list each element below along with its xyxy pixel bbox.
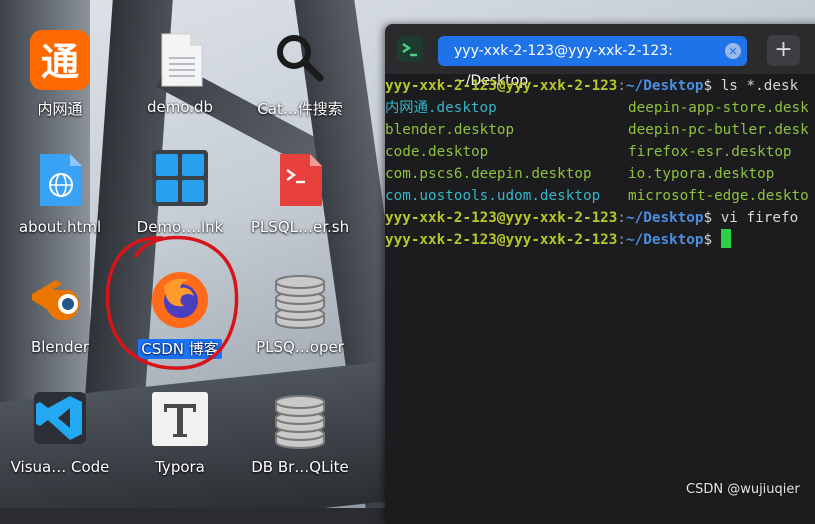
icon-label: 内网通	[37, 100, 83, 118]
desktop-icon-about-html[interactable]: about.html	[5, 146, 115, 256]
terminal-output[interactable]: yyy-xxk-2-123@yyy-xxk-2-123:~/Desktop$ l…	[385, 75, 815, 515]
shell-script-icon	[272, 150, 328, 206]
desktop-icon-db-browser-sqlite[interactable]: DB Br…QLite	[245, 386, 355, 496]
database-icon	[272, 270, 328, 329]
terminal-prompt-line[interactable]: yyy-xxk-2-123@yyy-xxk-2-123:~/Desktop$	[385, 229, 731, 251]
terminal-titlebar[interactable]: yyy-xxk-2-123@yyy-xxk-2-123: ~/Desktop ×…	[385, 24, 815, 89]
terminal-line: com.uostools.udom.desktop microsoft-edge.…	[385, 188, 809, 204]
icon-label: Typora	[155, 458, 205, 476]
document-icon	[152, 30, 208, 87]
icon-label: PLSQ…oper	[256, 338, 344, 356]
icon-label: demo.db	[146, 98, 214, 116]
terminal-line: blender.desktop deepin-pc-butler.desk	[385, 122, 809, 138]
windows-shortcut-icon	[152, 150, 208, 206]
icon-label: Cat…件搜索	[257, 100, 343, 118]
database-icon	[272, 390, 328, 449]
watermark: CSDN @wujiuqier	[686, 482, 800, 497]
terminal-line: code.desktop firefox-esr.desktop	[385, 144, 792, 160]
icon-label: Blender	[30, 338, 90, 356]
html-file-icon	[32, 150, 88, 206]
desktop-icon-neiwangtong[interactable]: 通 内网通	[5, 26, 115, 136]
text-cursor	[720, 229, 731, 248]
typora-icon	[152, 390, 208, 446]
desktop-icon-vscode[interactable]: Visua… Code	[5, 386, 115, 496]
desktop-icon-plsql-developer[interactable]: PLSQ…oper	[245, 266, 355, 376]
icon-label: about.html	[18, 218, 102, 236]
desktop-icon-blender[interactable]: Blender	[5, 266, 115, 376]
icon-label: Visua… Code	[10, 458, 110, 476]
desktop-icon-typora[interactable]: Typora	[125, 386, 235, 496]
neiwangtong-app-icon: 通	[30, 30, 90, 90]
vscode-icon	[32, 390, 88, 446]
search-magnifier-icon	[272, 30, 328, 86]
tab-terminal[interactable]: yyy-xxk-2-123@yyy-xxk-2-123: ~/Desktop ×	[438, 36, 747, 89]
terminal-line: com.pscs6.deepin.desktop io.typora.deskto…	[385, 166, 775, 182]
desktop-icon-demo-db[interactable]: demo.db	[125, 26, 235, 136]
desktop-icon-plsql-sh[interactable]: PLSQL…er.sh	[245, 146, 355, 256]
terminal-line: 内网通.desktop deepin-app-store.desk	[385, 100, 809, 116]
terminal-window[interactable]: yyy-xxk-2-123@yyy-xxk-2-123: ~/Desktop ×…	[385, 24, 815, 524]
new-tab-button[interactable]: +	[767, 35, 800, 66]
close-icon[interactable]: ×	[725, 43, 741, 59]
icon-label: DB Br…QLite	[251, 458, 349, 476]
red-annotation-circle	[105, 235, 239, 370]
desktop-icon-catsearch[interactable]: Cat…件搜索	[245, 26, 355, 136]
terminal-line: yyy-xxk-2-123@yyy-xxk-2-123:~/Desktop$ l…	[385, 78, 799, 94]
svg-text:通: 通	[41, 40, 79, 84]
icon-label: PLSQL…er.sh	[250, 218, 350, 236]
terminal-line: yyy-xxk-2-123@yyy-xxk-2-123:~/Desktop$ v…	[385, 210, 799, 226]
terminal-app-icon	[397, 36, 423, 62]
blender-icon	[32, 270, 88, 326]
